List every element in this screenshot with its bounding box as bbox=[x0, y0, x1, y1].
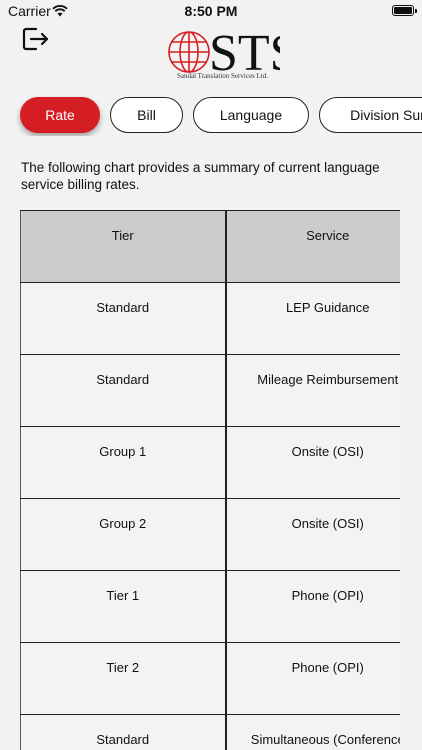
rates-table: Tier Service Standard LEP Guidance Stand… bbox=[20, 210, 400, 750]
cell-tier: Tier 1 bbox=[20, 570, 226, 643]
table-row: Group 1 Onsite (OSI) bbox=[20, 426, 400, 499]
column-header-service: Service bbox=[224, 210, 400, 283]
cell-service: Phone (OPI) bbox=[224, 570, 400, 643]
logout-icon[interactable] bbox=[22, 26, 50, 52]
cell-service: Simultaneous (Conference bbox=[224, 714, 400, 750]
cell-service: Onsite (OSI) bbox=[224, 426, 400, 499]
tab-rate[interactable]: Rate bbox=[20, 97, 100, 133]
clock: 8:50 PM bbox=[184, 3, 238, 19]
column-header-tier: Tier bbox=[20, 210, 226, 283]
table-row: Tier 1 Phone (OPI) bbox=[20, 570, 400, 643]
table-row: Standard Simultaneous (Conference bbox=[20, 714, 400, 750]
cell-tier: Group 2 bbox=[20, 498, 226, 571]
table-row: Standard Mileage Reimbursement bbox=[20, 354, 400, 427]
cell-tier: Group 1 bbox=[20, 426, 226, 499]
table-row: Group 2 Onsite (OSI) bbox=[20, 498, 400, 571]
intro-text: The following chart provides a summary o… bbox=[21, 160, 380, 192]
table-header-row: Tier Service bbox=[20, 210, 400, 283]
tab-division-summary[interactable]: Division Summary bbox=[319, 97, 422, 133]
battery-icon bbox=[392, 5, 417, 16]
tab-language[interactable]: Language bbox=[193, 97, 309, 133]
cell-service: LEP Guidance bbox=[224, 282, 400, 355]
cell-tier: Standard bbox=[20, 354, 226, 427]
table-row: Standard LEP Guidance bbox=[20, 282, 400, 355]
globe-icon bbox=[168, 31, 210, 73]
cell-service: Phone (OPI) bbox=[224, 642, 400, 715]
tab-bill[interactable]: Bill bbox=[110, 97, 183, 133]
cell-service: Onsite (OSI) bbox=[224, 498, 400, 571]
cell-service: Mileage Reimbursement bbox=[224, 354, 400, 427]
table-row: Tier 2 Phone (OPI) bbox=[20, 642, 400, 715]
cell-tier: Tier 2 bbox=[20, 642, 226, 715]
status-bar: Carrier 8:50 PM bbox=[0, 0, 422, 22]
company-caption: Sandal Translation Services Ltd. bbox=[177, 72, 268, 80]
cell-tier: Standard bbox=[20, 282, 226, 355]
cell-tier: Standard bbox=[20, 714, 226, 750]
tab-bar: Rate Bill Language Division Summary bbox=[0, 96, 422, 136]
